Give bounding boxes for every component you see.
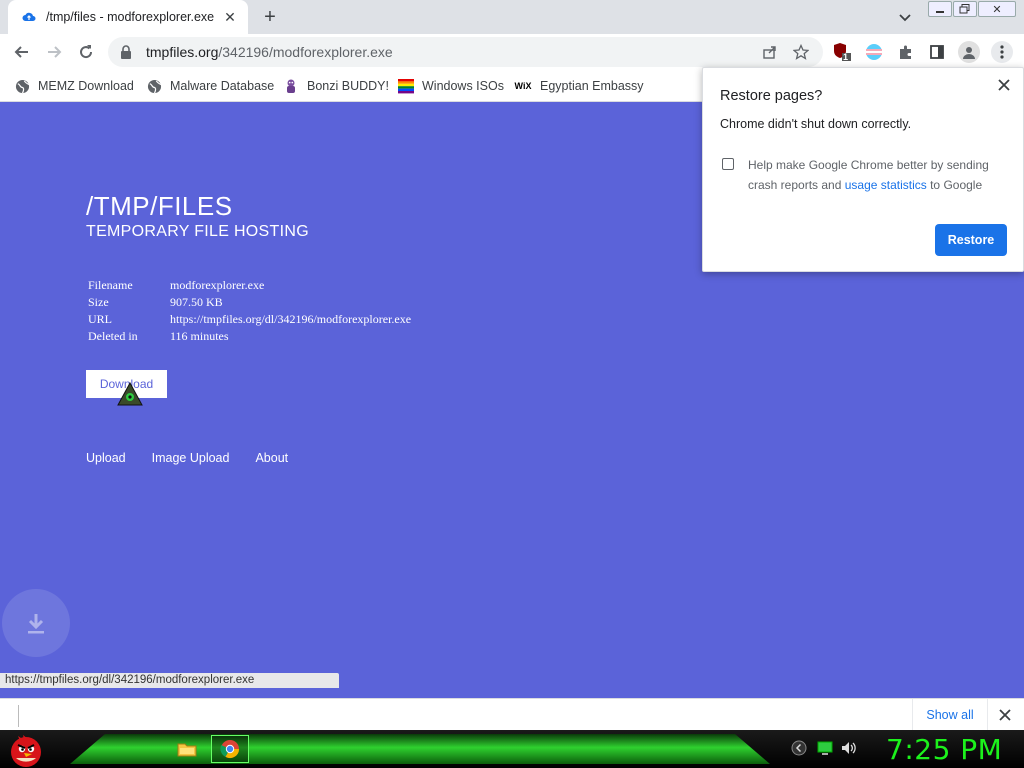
bookmark-memz[interactable]: MEMZ Download — [14, 76, 134, 96]
tab-search-chevron-icon[interactable] — [896, 8, 914, 26]
volume-icon[interactable] — [841, 740, 857, 756]
file-info-value: 116 minutes — [170, 329, 229, 343]
tab-close-icon[interactable]: ✕ — [222, 9, 238, 25]
bookmark-star-icon[interactable] — [790, 41, 812, 63]
shelf-close-icon[interactable] — [996, 706, 1014, 724]
bookmark-label: Malware Database — [170, 79, 275, 93]
file-info-row: Filename modforexplorer.exe — [88, 277, 411, 294]
rainbow-flag-icon — [398, 78, 414, 94]
crash-report-text-end: to Google — [926, 178, 983, 192]
chrome-taskbar-icon[interactable] — [211, 735, 249, 763]
globe-icon — [146, 78, 162, 94]
bookmark-label: Egyptian Embassy — [540, 79, 644, 93]
trans-flag-extension-icon[interactable] — [863, 41, 885, 63]
crash-report-checkbox[interactable] — [722, 158, 734, 170]
taskbar: 7:25 PM — [0, 730, 1024, 768]
taskbar-clock[interactable]: 7:25 PM — [886, 733, 1002, 766]
tab-title: /tmp/files - modforexplorer.exe — [46, 10, 215, 24]
globe-icon — [14, 78, 30, 94]
site-subtitle: TEMPORARY FILE HOSTING — [86, 223, 309, 240]
browser-toolbar: tmpfiles.org/342196/modforexplorer.exe 1 — [0, 34, 1024, 70]
bookmark-label: Windows ISOs — [422, 79, 504, 93]
image-upload-link[interactable]: Image Upload — [152, 451, 230, 465]
extension-badge: 1 — [843, 52, 849, 62]
upload-link[interactable]: Upload — [86, 451, 126, 465]
lock-icon[interactable] — [120, 45, 134, 59]
download-shelf: Show all — [0, 698, 1024, 731]
status-bar-url: https://tmpfiles.org/dl/342196/modforexp… — [0, 673, 339, 688]
download-progress-icon[interactable] — [2, 589, 70, 657]
dialog-message: Chrome didn't shut down correctly. — [720, 117, 912, 131]
site-title: /TMP/FILES — [86, 191, 233, 221]
network-icon[interactable] — [817, 740, 833, 756]
share-icon[interactable] — [759, 41, 781, 63]
bookmark-egyptian-embassy[interactable]: WiX Egyptian Embassy — [514, 76, 644, 96]
file-explorer-taskbar-icon[interactable] — [168, 735, 206, 763]
footer-links: Upload Image Upload About — [86, 451, 288, 465]
url-host: tmpfiles.org — [146, 44, 219, 60]
wix-icon: WiX — [514, 81, 532, 91]
dialog-title: Restore pages? — [720, 88, 823, 104]
file-info-key: Filename — [88, 278, 133, 292]
back-button[interactable] — [10, 40, 34, 64]
file-info-value: 907.50 KB — [170, 295, 223, 309]
about-link[interactable]: About — [255, 451, 288, 465]
bookmark-malware-database[interactable]: Malware Database — [146, 76, 274, 96]
file-info-value: modforexplorer.exe — [170, 278, 265, 292]
ublock-extension-icon[interactable]: 1 — [831, 41, 853, 63]
browser-tab[interactable]: /tmp/files - modforexplorer.exe ✕ — [8, 0, 248, 34]
restore-button[interactable]: Restore — [935, 224, 1007, 256]
dialog-close-icon[interactable] — [995, 76, 1013, 94]
bookmark-bonzi-buddy[interactable]: Bonzi BUDDY! — [283, 76, 389, 96]
usage-statistics-link[interactable]: usage statistics — [845, 178, 927, 192]
reload-button[interactable] — [74, 40, 98, 64]
url-path: /342196/modforexplorer.exe — [218, 44, 393, 60]
file-info-key: Deleted in — [88, 329, 138, 343]
new-tab-button[interactable]: + — [258, 5, 282, 29]
show-all-button[interactable]: Show all — [912, 699, 988, 731]
file-info-table: Filename modforexplorer.exe Size 907.50 … — [88, 277, 411, 345]
side-panel-icon[interactable] — [926, 41, 948, 63]
file-info-row: Deleted in 116 minutes — [88, 328, 411, 345]
forward-button[interactable] — [42, 40, 66, 64]
file-info-key: URL — [88, 312, 112, 326]
start-button-angry-bird-icon[interactable] — [6, 730, 46, 768]
address-bar[interactable]: tmpfiles.org/342196/modforexplorer.exe — [108, 37, 823, 67]
minimize-button[interactable] — [928, 1, 952, 17]
file-info-row: URL https://tmpfiles.org/dl/342196/modfo… — [88, 311, 411, 328]
file-info-row: Size 907.50 KB — [88, 294, 411, 311]
download-item-divider — [18, 705, 19, 727]
menu-kebab-icon[interactable] — [991, 41, 1013, 63]
bookmark-label: Bonzi BUDDY! — [307, 79, 389, 93]
close-window-button[interactable]: ✕ — [978, 1, 1016, 17]
tray-chevron-icon[interactable] — [791, 740, 807, 756]
busy-cursor-icon — [117, 381, 143, 407]
crash-report-label: Help make Google Chrome better by sendin… — [748, 155, 1008, 195]
cloud-upload-icon — [22, 10, 36, 24]
tab-strip: /tmp/files - modforexplorer.exe ✕ + ✕ — [0, 0, 1024, 34]
bookmark-windows-isos[interactable]: Windows ISOs — [398, 76, 504, 96]
bonzi-icon — [283, 78, 299, 94]
restore-pages-dialog: Restore pages? Chrome didn't shut down c… — [702, 67, 1024, 272]
file-info-url-value[interactable]: https://tmpfiles.org/dl/342196/modforexp… — [170, 312, 411, 327]
restore-window-button[interactable] — [953, 1, 977, 17]
profile-avatar-icon[interactable] — [958, 41, 980, 63]
bookmark-label: MEMZ Download — [38, 79, 134, 93]
file-info-key: Size — [88, 295, 109, 309]
puzzle-extensions-icon[interactable] — [895, 41, 917, 63]
